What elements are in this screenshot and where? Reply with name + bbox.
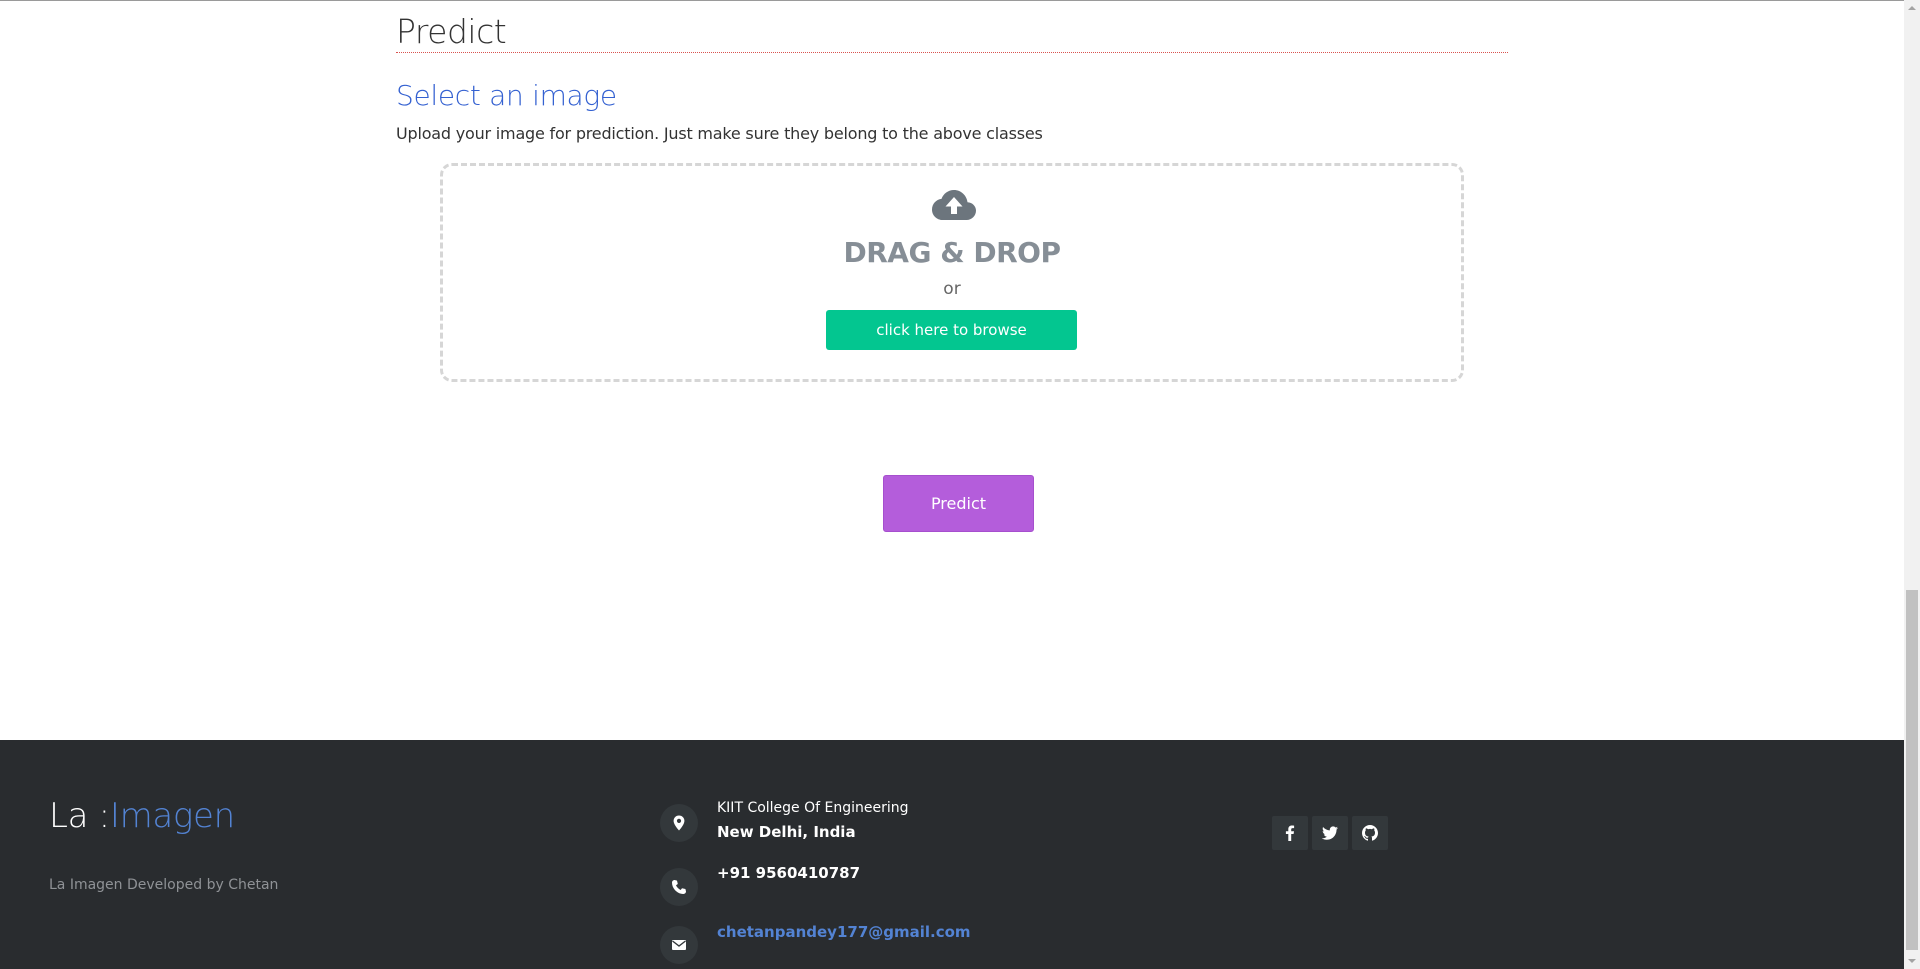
- browse-button[interactable]: click here to browse: [826, 310, 1077, 350]
- facebook-button[interactable]: [1272, 816, 1308, 850]
- image-dropzone[interactable]: DRAG & DROP or click here to browse: [440, 163, 1464, 382]
- facebook-icon: [1285, 825, 1295, 841]
- github-icon: [1362, 825, 1378, 841]
- scroll-down-arrow-icon[interactable]: [1904, 953, 1920, 969]
- email-link[interactable]: chetanpandey177@gmail.com: [717, 923, 971, 941]
- vertical-scrollbar[interactable]: [1904, 0, 1920, 969]
- footer-credit: La Imagen Developed by Chetan: [49, 877, 279, 893]
- phone-icon: [660, 868, 698, 906]
- logo-accent: Imagen: [109, 796, 235, 836]
- scrollbar-thumb[interactable]: [1906, 590, 1918, 950]
- section-divider: [396, 52, 1508, 53]
- select-image-heading: Select an image: [396, 79, 617, 112]
- map-marker-icon: [660, 804, 698, 842]
- scroll-up-arrow-icon[interactable]: [1904, 0, 1920, 16]
- predict-section: Predict Select an image Upload your imag…: [396, 0, 1508, 740]
- upload-description: Upload your image for prediction. Just m…: [396, 124, 1043, 143]
- address-line-1: KIIT College Of Engineering: [717, 800, 909, 816]
- cloud-upload-icon: [932, 190, 976, 220]
- twitter-button[interactable]: [1312, 816, 1348, 850]
- phone-number: +91 9560410787: [717, 864, 861, 882]
- footer: La :Imagen La Imagen Developed by Chetan…: [0, 740, 1904, 969]
- logo-prefix: La :: [49, 796, 110, 836]
- envelope-icon: [660, 926, 698, 964]
- twitter-icon: [1321, 826, 1338, 840]
- address-line-2: New Delhi, India: [717, 823, 856, 841]
- github-button[interactable]: [1352, 816, 1388, 850]
- or-separator: or: [943, 279, 961, 299]
- predict-button[interactable]: Predict: [883, 475, 1034, 532]
- drag-drop-title: DRAG & DROP: [843, 236, 1062, 269]
- page: Predict Select an image Upload your imag…: [0, 0, 1920, 969]
- section-title: Predict: [396, 12, 507, 51]
- footer-logo[interactable]: La :Imagen: [49, 796, 235, 836]
